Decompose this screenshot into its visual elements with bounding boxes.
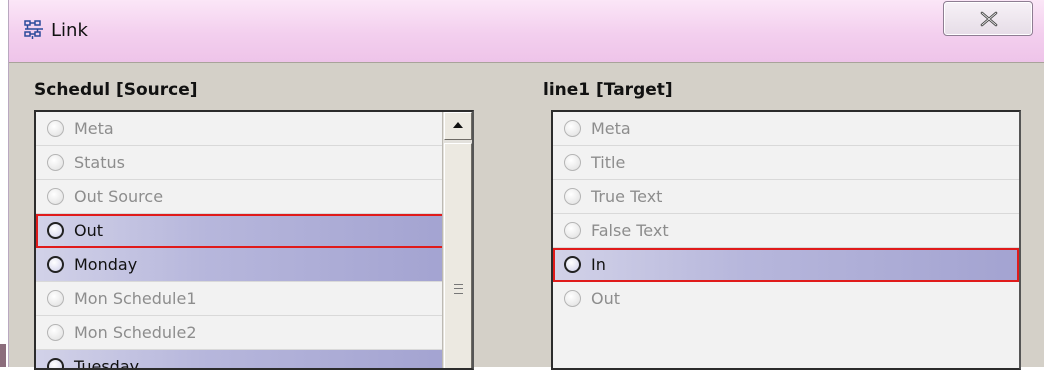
list-item-label: Out [591,289,621,308]
source-item-tuesday[interactable]: Tuesday [36,350,448,370]
list-item-label: Out [74,221,104,240]
source-item-mon-schedule1[interactable]: Mon Schedule1 [36,282,472,316]
radio-icon[interactable] [47,324,64,341]
source-item-out[interactable]: Out [36,214,448,248]
radio-icon[interactable] [564,120,581,137]
list-item-label: Tuesday [74,357,140,370]
list-item-label: Mon Schedule2 [74,323,197,342]
arrow-up-icon [453,122,463,128]
radio-icon[interactable] [564,290,581,307]
title-bar[interactable]: Link [9,0,1044,62]
target-item-true-text[interactable]: True Text [553,180,1019,214]
source-item-mon-schedule2[interactable]: Mon Schedule2 [36,316,472,350]
list-item-label: False Text [591,221,669,240]
source-item-status[interactable]: Status [36,146,472,180]
source-header: Schedul [Source] [34,80,198,100]
target-item-meta[interactable]: Meta [553,112,1019,146]
target-header: line1 [Target] [543,80,673,100]
list-item-label: Meta [74,119,114,138]
background-edge [0,344,6,367]
radio-icon[interactable] [564,222,581,239]
radio-icon[interactable] [47,154,64,171]
source-item-out-source[interactable]: Out Source [36,180,472,214]
radio-icon[interactable] [47,222,64,239]
list-item-label: Monday [74,255,138,274]
radio-icon[interactable] [47,290,64,307]
target-item-out[interactable]: Out [553,282,1019,316]
scroll-up-button[interactable] [444,112,472,140]
link-dialog: Link Schedul [Source] Meta Status Out So… [8,0,1044,370]
radio-icon[interactable] [564,154,581,171]
list-item-label: Out Source [74,187,164,206]
dialog-body: Schedul [Source] Meta Status Out Source … [9,62,1044,370]
target-item-in[interactable]: In [553,248,1019,282]
radio-icon[interactable] [47,188,64,205]
list-item-label: Status [74,153,125,172]
grip-icon [454,284,463,294]
list-item-label: Title [591,153,626,172]
close-icon [980,11,998,27]
source-list[interactable]: Meta Status Out Source Out Monday Mon Sc… [34,110,474,370]
list-item-label: Meta [591,119,631,138]
target-item-false-text[interactable]: False Text [553,214,1019,248]
list-item-label: In [591,255,606,274]
radio-icon[interactable] [47,120,64,137]
source-scrollbar[interactable] [442,112,472,368]
target-list[interactable]: Meta Title True Text False Text In Out [551,110,1021,370]
scroll-thumb[interactable] [444,143,472,368]
link-grid-icon [24,20,44,40]
target-item-title[interactable]: Title [553,146,1019,180]
window-title: Link [51,20,88,41]
radio-icon[interactable] [564,188,581,205]
radio-icon[interactable] [564,256,581,273]
list-item-label: Mon Schedule1 [74,289,197,308]
source-item-monday[interactable]: Monday [36,248,448,282]
source-item-meta[interactable]: Meta [36,112,472,146]
radio-icon[interactable] [47,256,64,273]
close-button[interactable] [943,1,1033,36]
list-item-label: True Text [591,187,663,206]
radio-icon[interactable] [47,358,64,368]
